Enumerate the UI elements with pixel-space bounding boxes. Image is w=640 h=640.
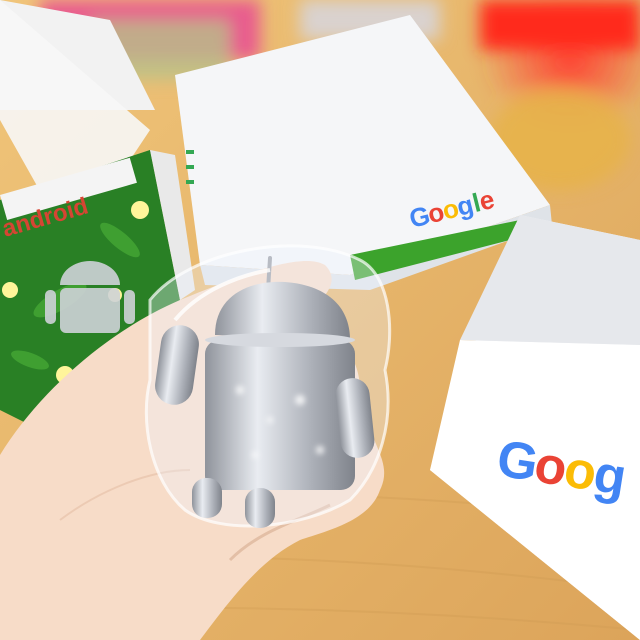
android-figurine <box>144 244 392 528</box>
photo-scene: G o o g l e android G o o g <box>0 0 640 640</box>
figurine-right-leg <box>245 488 275 528</box>
figurine-neck-band <box>205 333 355 347</box>
figurine-body <box>205 340 355 490</box>
figurine-left-leg <box>192 478 222 518</box>
